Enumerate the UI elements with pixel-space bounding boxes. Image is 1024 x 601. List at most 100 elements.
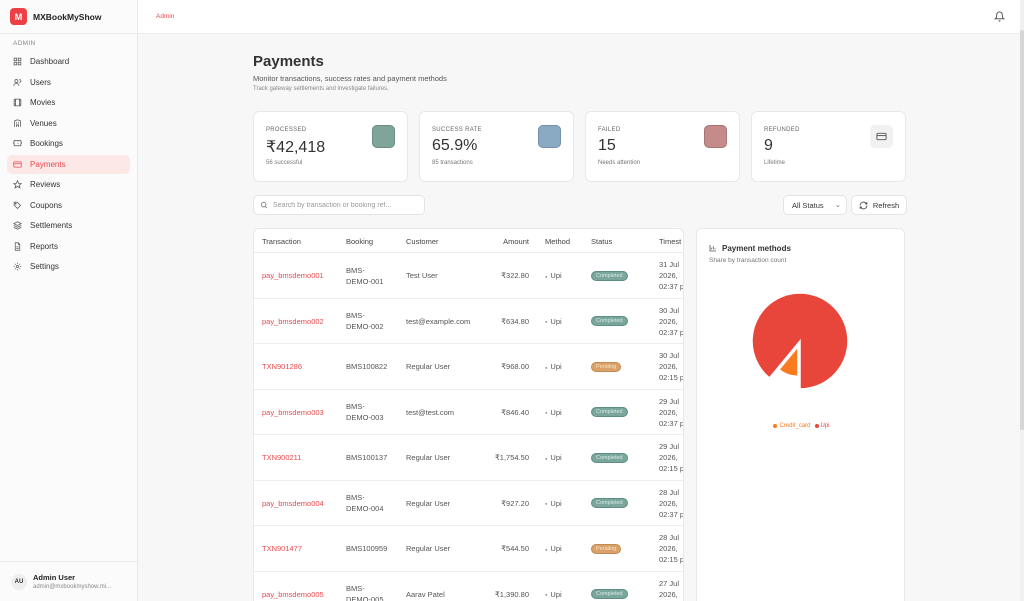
- film-icon: [13, 98, 22, 107]
- booking-line: BMS100822: [346, 362, 388, 372]
- amount: ₹968.00: [501, 362, 529, 372]
- timestamp-line: 2026,: [659, 453, 678, 463]
- pie-slice-upi[interactable]: [751, 292, 849, 390]
- legend-dot: [773, 424, 778, 428]
- stat-card-refunded: REFUNDED 9 Lifetime: [751, 111, 906, 182]
- column-header-customer[interactable]: Customer: [406, 237, 439, 246]
- brand[interactable]: M MXBookMyShow: [0, 0, 137, 34]
- transaction-link[interactable]: pay_bmsdemo005: [262, 589, 324, 600]
- sidebar-item-reviews[interactable]: Reviews: [7, 175, 130, 194]
- bell-icon[interactable]: [994, 11, 1005, 22]
- stat-note: 85 transactions: [432, 160, 473, 166]
- table-row[interactable]: TXN900211 BMS100137 Regular User ₹1,754.…: [254, 435, 684, 481]
- search-box[interactable]: [253, 195, 425, 215]
- page-scrollbar[interactable]: [1020, 0, 1024, 601]
- trend-up-icon: [538, 125, 561, 148]
- chart-legend: Credit_card Upi: [697, 423, 906, 430]
- status-badge: Completed: [591, 407, 628, 418]
- timestamp-line: 30 Jul: [659, 351, 680, 361]
- breadcrumb[interactable]: Admin: [156, 13, 174, 20]
- booking-line: BMS-: [346, 311, 365, 321]
- amount: ₹634.80: [501, 316, 529, 326]
- transaction-link[interactable]: TXN901477: [262, 543, 302, 554]
- method: Upi: [545, 361, 561, 373]
- sidebar-item-label: Coupons: [30, 200, 63, 210]
- timestamp-line: 2026,: [659, 407, 678, 417]
- table-row[interactable]: TXN901477 BMS100959 Regular User ₹544.50…: [254, 526, 683, 572]
- scrollbar-thumb[interactable]: [1020, 30, 1024, 430]
- transaction-link[interactable]: TXN900211: [262, 452, 301, 463]
- sidebar-item-settings[interactable]: Settings: [7, 257, 130, 276]
- status-badge: Completed: [591, 316, 628, 327]
- gear-icon: [13, 262, 22, 271]
- sidebar-item-label: Payments: [30, 159, 66, 169]
- customer: test@example.com: [406, 316, 471, 326]
- transaction-link[interactable]: TXN901286: [262, 361, 302, 372]
- status-badge: Completed: [591, 498, 628, 509]
- timestamp-line: 02:37 p: [659, 418, 684, 428]
- page-description: Track gateway settlements and investigat…: [253, 86, 389, 92]
- timestamp: 30 Jul 2026, 02:15 p: [659, 350, 683, 383]
- sidebar-item-movies[interactable]: Movies: [7, 93, 130, 112]
- stat-value: 9: [764, 137, 773, 154]
- column-header-method[interactable]: Method: [545, 237, 570, 246]
- column-header-transaction[interactable]: Transaction: [262, 237, 301, 246]
- transaction-link[interactable]: pay_bmsdemo004: [262, 498, 324, 509]
- column-header-timest[interactable]: Timest: [659, 237, 681, 246]
- method: Upi: [545, 316, 561, 328]
- column-header-amount[interactable]: Amount: [503, 237, 529, 246]
- booking-ref: BMS- DEMO-003: [346, 401, 384, 423]
- table-row[interactable]: pay_bmsdemo002 BMS- DEMO-002 test@example…: [254, 299, 683, 344]
- refresh-button[interactable]: Refresh: [851, 195, 907, 215]
- transaction-link[interactable]: pay_bmsdemo001: [262, 270, 324, 281]
- timestamp-line: 02:37 p: [659, 509, 684, 519]
- amount: ₹1,754.50: [495, 453, 529, 463]
- table-row[interactable]: pay_bmsdemo004 BMS- DEMO-004 Regular User…: [254, 481, 684, 526]
- user-profile[interactable]: AU Admin User admin@mxbookmyshow.mi...: [0, 561, 137, 601]
- customer: test@test.com: [406, 407, 455, 417]
- sidebar-item-payments[interactable]: Payments: [7, 154, 130, 174]
- customer: Regular User: [406, 498, 451, 508]
- sidebar-item-coupons[interactable]: Coupons: [7, 196, 130, 215]
- customer: Aarav Patel: [406, 589, 445, 599]
- timestamp-line: 28 Jul: [659, 533, 680, 543]
- timestamp-line: 2026,: [659, 544, 678, 554]
- method: Upi: [545, 543, 561, 555]
- sidebar-item-venues[interactable]: Venues: [7, 114, 130, 133]
- sidebar-item-label: Dashboard: [30, 57, 70, 66]
- stat-card-failed: FAILED 15 Needs attention: [585, 111, 740, 182]
- star-icon: [13, 180, 22, 189]
- table-row[interactable]: TXN901286 BMS100822 Regular User ₹968.00…: [254, 344, 683, 390]
- search-input[interactable]: [273, 201, 413, 209]
- sidebar-item-settlements[interactable]: Settlements: [7, 216, 130, 235]
- stat-value: 65.9%: [432, 137, 478, 154]
- sidebar-item-users[interactable]: Users: [7, 73, 130, 92]
- sidebar-item-dashboard[interactable]: Dashboard: [7, 52, 130, 71]
- column-header-booking[interactable]: Booking: [346, 237, 373, 246]
- stat-value: 15: [598, 137, 616, 154]
- avatar: AU: [11, 573, 27, 590]
- timestamp-line: 2026,: [659, 271, 678, 281]
- transaction-link[interactable]: pay_bmsdemo002: [262, 316, 324, 327]
- sidebar-nav: Dashboard Users Movies Venues Bookings Paymen…: [0, 52, 137, 276]
- credit-card-icon: [13, 160, 22, 169]
- transaction-link[interactable]: pay_bmsdemo003: [262, 407, 324, 418]
- status-filter-select[interactable]: All Status ⌄: [783, 195, 847, 215]
- legend-item-credit-card[interactable]: Credit_card: [773, 423, 811, 429]
- timestamp-line: 02:15 p: [659, 464, 684, 474]
- search-icon: [260, 201, 268, 209]
- column-header-status[interactable]: Status: [591, 237, 612, 246]
- method: Upi: [545, 270, 561, 282]
- legend-item-upi[interactable]: Upi: [814, 423, 830, 429]
- table-row[interactable]: pay_bmsdemo001 BMS- DEMO-001 Test User ₹3…: [254, 253, 683, 299]
- booking-ref: BMS100959: [346, 543, 387, 554]
- amount: ₹322.80: [501, 271, 529, 281]
- amount: ₹846.40: [501, 407, 529, 417]
- alert-icon: [704, 125, 727, 148]
- table-row[interactable]: pay_bmsdemo003 BMS- DEMO-003 test@test.co…: [254, 390, 684, 435]
- table-row[interactable]: pay_bmsdemo005 BMS- DEMO-005 Aarav Patel …: [254, 572, 683, 601]
- stat-card-success-rate: SUCCESS RATE 65.9% 85 transactions: [419, 111, 574, 182]
- dashboard-icon: [13, 57, 22, 66]
- sidebar-item-bookings[interactable]: Bookings: [7, 134, 130, 153]
- sidebar-item-reports[interactable]: Reports: [7, 237, 130, 256]
